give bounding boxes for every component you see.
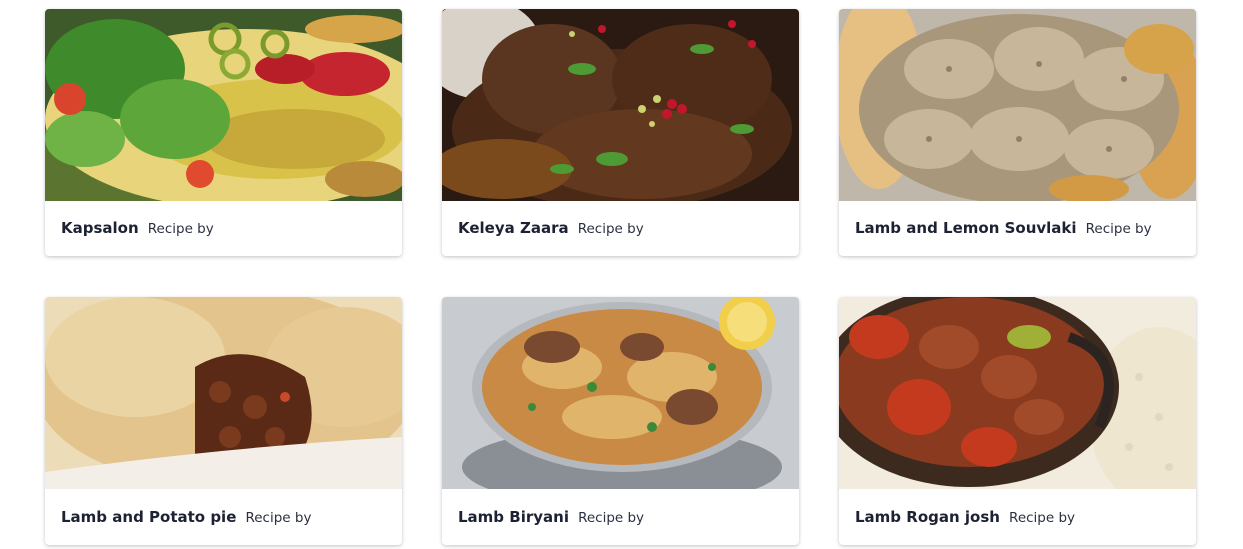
recipe-title[interactable]: Lamb Rogan josh [855, 508, 1000, 526]
recipe-card-lamb-biryani[interactable]: Lamb Biryani Recipe by [442, 297, 799, 545]
recipe-by-label: Recipe by [1009, 510, 1076, 526]
keleya-zaara-photo[interactable] [442, 9, 799, 201]
recipe-by-label: Recipe by [578, 510, 645, 526]
recipe-title[interactable]: Kapsalon [61, 219, 139, 237]
recipe-card-lamb-rogan-josh[interactable]: Lamb Rogan josh Recipe by [839, 297, 1196, 545]
recipe-caption: Lamb Rogan josh Recipe by [855, 508, 1184, 527]
recipe-caption: Lamb and Potato pie Recipe by [61, 508, 390, 527]
recipe-caption: Lamb Biryani Recipe by [458, 508, 787, 527]
recipe-title[interactable]: Lamb Biryani [458, 508, 569, 526]
recipe-caption: Kapsalon Recipe by [61, 219, 390, 238]
recipe-by-label: Recipe by [147, 221, 214, 237]
recipe-title[interactable]: Lamb and Lemon Souvlaki [855, 219, 1077, 237]
recipe-card-kapsalon[interactable]: Kapsalon Recipe by [45, 9, 402, 256]
recipe-title[interactable]: Keleya Zaara [458, 219, 569, 237]
kapsalon-photo[interactable] [45, 9, 402, 201]
recipe-caption: Keleya Zaara Recipe by [458, 219, 787, 238]
recipe-caption: Lamb and Lemon Souvlaki Recipe by [855, 219, 1184, 238]
recipe-by-label: Recipe by [1085, 221, 1152, 237]
potato-pie-photo[interactable] [45, 297, 402, 489]
rogan-josh-photo[interactable] [839, 297, 1196, 489]
recipe-card-keleya-zaara[interactable]: Keleya Zaara Recipe by [442, 9, 799, 256]
recipe-title[interactable]: Lamb and Potato pie [61, 508, 236, 526]
recipe-by-label: Recipe by [245, 510, 312, 526]
recipe-grid: Kapsalon Recipe by Keleya Zaara Recipe b… [0, 0, 1243, 549]
recipe-card-lamb-lemon-souvlaki[interactable]: Lamb and Lemon Souvlaki Recipe by [839, 9, 1196, 256]
souvlaki-photo[interactable] [839, 9, 1196, 201]
recipe-by-label: Recipe by [577, 221, 644, 237]
recipe-card-lamb-potato-pie[interactable]: Lamb and Potato pie Recipe by [45, 297, 402, 545]
biryani-photo[interactable] [442, 297, 799, 489]
